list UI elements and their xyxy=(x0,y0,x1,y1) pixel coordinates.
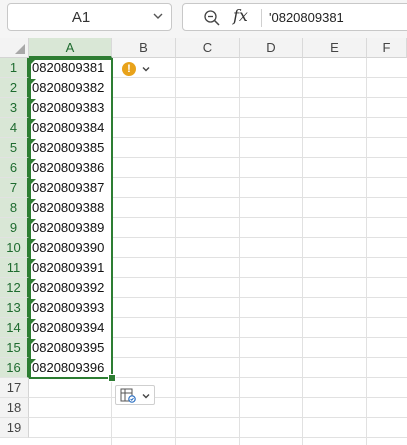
column-header-d[interactable]: D xyxy=(240,38,303,58)
cell-value: 0820809384 xyxy=(32,120,105,135)
cell-value: 0820809388 xyxy=(32,200,105,215)
cell-a7[interactable]: 0820809387 xyxy=(29,178,112,198)
cell-value: 0820809386 xyxy=(32,160,105,175)
cell-a11[interactable]: 0820809391 xyxy=(29,258,112,278)
cell-a16[interactable]: 0820809396 xyxy=(29,358,112,378)
error-indicator-triangle-icon xyxy=(30,319,36,325)
row-header-10[interactable]: 10 xyxy=(0,238,29,258)
row-header-6[interactable]: 6 xyxy=(0,158,29,178)
formula-value[interactable]: '0820809381 xyxy=(269,10,344,25)
error-indicator-triangle-icon xyxy=(30,239,36,245)
cell-a1[interactable]: 0820809381 xyxy=(29,58,112,78)
cell-a5[interactable]: 0820809385 xyxy=(29,138,112,158)
row-header-14[interactable]: 14 xyxy=(0,318,29,338)
cell-value: 0820809394 xyxy=(32,320,105,335)
cell-a2[interactable]: 0820809382 xyxy=(29,78,112,98)
fill-handle[interactable] xyxy=(108,374,116,382)
cell-a13[interactable]: 0820809393 xyxy=(29,298,112,318)
error-indicator-triangle-icon xyxy=(30,359,36,365)
formula-separator xyxy=(261,9,262,27)
row-header-2[interactable]: 2 xyxy=(0,78,29,98)
cell-value: 0820809392 xyxy=(32,280,105,295)
error-indicator-triangle-icon xyxy=(30,219,36,225)
error-indicator-triangle-icon xyxy=(30,79,36,85)
cell-a10[interactable]: 0820809390 xyxy=(29,238,112,258)
cell-a12[interactable]: 0820809392 xyxy=(29,278,112,298)
row-header-19[interactable]: 19 xyxy=(0,418,29,438)
select-all-corner[interactable] xyxy=(0,38,29,58)
row-header-1[interactable]: 1 xyxy=(0,58,29,78)
chevron-down-icon xyxy=(142,394,150,399)
cell-value: 0820809395 xyxy=(32,340,105,355)
row-header-4[interactable]: 4 xyxy=(0,118,29,138)
error-indicator-triangle-icon xyxy=(30,59,36,65)
error-indicator-triangle-icon xyxy=(30,159,36,165)
cell-a3[interactable]: 0820809383 xyxy=(29,98,112,118)
row-header-11[interactable]: 11 xyxy=(0,258,29,278)
error-indicator-triangle-icon xyxy=(30,99,36,105)
cell-value: 0820809391 xyxy=(32,260,105,275)
row-header-9[interactable]: 9 xyxy=(0,218,29,238)
error-indicator-triangle-icon xyxy=(30,339,36,345)
grid-row-line xyxy=(29,417,407,418)
cell-a15[interactable]: 0820809395 xyxy=(29,338,112,358)
row-header-13[interactable]: 13 xyxy=(0,298,29,318)
row-header-8[interactable]: 8 xyxy=(0,198,29,218)
name-box-value: A1 xyxy=(71,9,91,26)
cell-a4[interactable]: 0820809384 xyxy=(29,118,112,138)
insert-function-icon[interactable]: fx xyxy=(233,6,248,25)
error-indicator-triangle-icon xyxy=(30,259,36,265)
row-header-16[interactable]: 16 xyxy=(0,358,29,378)
paste-options-button[interactable] xyxy=(115,385,155,405)
cell-value: 0820809390 xyxy=(32,240,105,255)
cell-value: 0820809393 xyxy=(32,300,105,315)
chevron-down-icon[interactable] xyxy=(151,8,165,24)
cell-value: 0820809396 xyxy=(32,360,105,375)
grid-row-line xyxy=(29,437,407,438)
error-indicator-triangle-icon xyxy=(30,279,36,285)
row-header-15[interactable]: 15 xyxy=(0,338,29,358)
name-box[interactable]: A1 xyxy=(7,3,172,31)
grid-row-line xyxy=(29,397,407,398)
cell-value: 0820809387 xyxy=(32,180,105,195)
spreadsheet-grid: A B C D E F 1 2 3 4 5 6 7 8 9 10 11 12 13 14 15 16 17 18 19 08208… xyxy=(0,38,407,445)
column-header-b[interactable]: B xyxy=(112,38,176,58)
cell-value: 0820809381 xyxy=(32,60,105,75)
column-header-f[interactable]: F xyxy=(367,38,407,58)
row-header-12[interactable]: 12 xyxy=(0,278,29,298)
formula-bar: A1 fx '0820809381 xyxy=(0,0,407,38)
row-header-17[interactable]: 17 xyxy=(0,378,29,398)
cell-value: 0820809389 xyxy=(32,220,105,235)
cell-value: 0820809385 xyxy=(32,140,105,155)
error-indicator-triangle-icon xyxy=(30,119,36,125)
error-indicator-triangle-icon xyxy=(30,179,36,185)
cell-a8[interactable]: 0820809388 xyxy=(29,198,112,218)
paste-options-icon xyxy=(120,388,136,403)
cell-a6[interactable]: 0820809386 xyxy=(29,158,112,178)
error-indicator-triangle-icon xyxy=(30,139,36,145)
select-all-triangle-icon xyxy=(15,44,25,54)
formula-input-area[interactable]: fx '0820809381 xyxy=(182,3,407,31)
warning-icon: ! xyxy=(122,62,136,76)
zoom-icon[interactable] xyxy=(203,9,221,27)
error-indicator-triangle-icon xyxy=(30,299,36,305)
cell-a9[interactable]: 0820809389 xyxy=(29,218,112,238)
row-header-3[interactable]: 3 xyxy=(0,98,29,118)
column-header-e[interactable]: E xyxy=(303,38,367,58)
cell-value: 0820809383 xyxy=(32,100,105,115)
chevron-down-icon xyxy=(142,67,150,72)
row-header-7[interactable]: 7 xyxy=(0,178,29,198)
row-header-5[interactable]: 5 xyxy=(0,138,29,158)
column-header-c[interactable]: C xyxy=(176,38,240,58)
row-header-18[interactable]: 18 xyxy=(0,398,29,418)
error-warning-button[interactable]: ! xyxy=(116,60,154,78)
cell-a14[interactable]: 0820809394 xyxy=(29,318,112,338)
column-header-a[interactable]: A xyxy=(29,38,112,58)
cell-value: 0820809382 xyxy=(32,80,105,95)
error-indicator-triangle-icon xyxy=(30,199,36,205)
